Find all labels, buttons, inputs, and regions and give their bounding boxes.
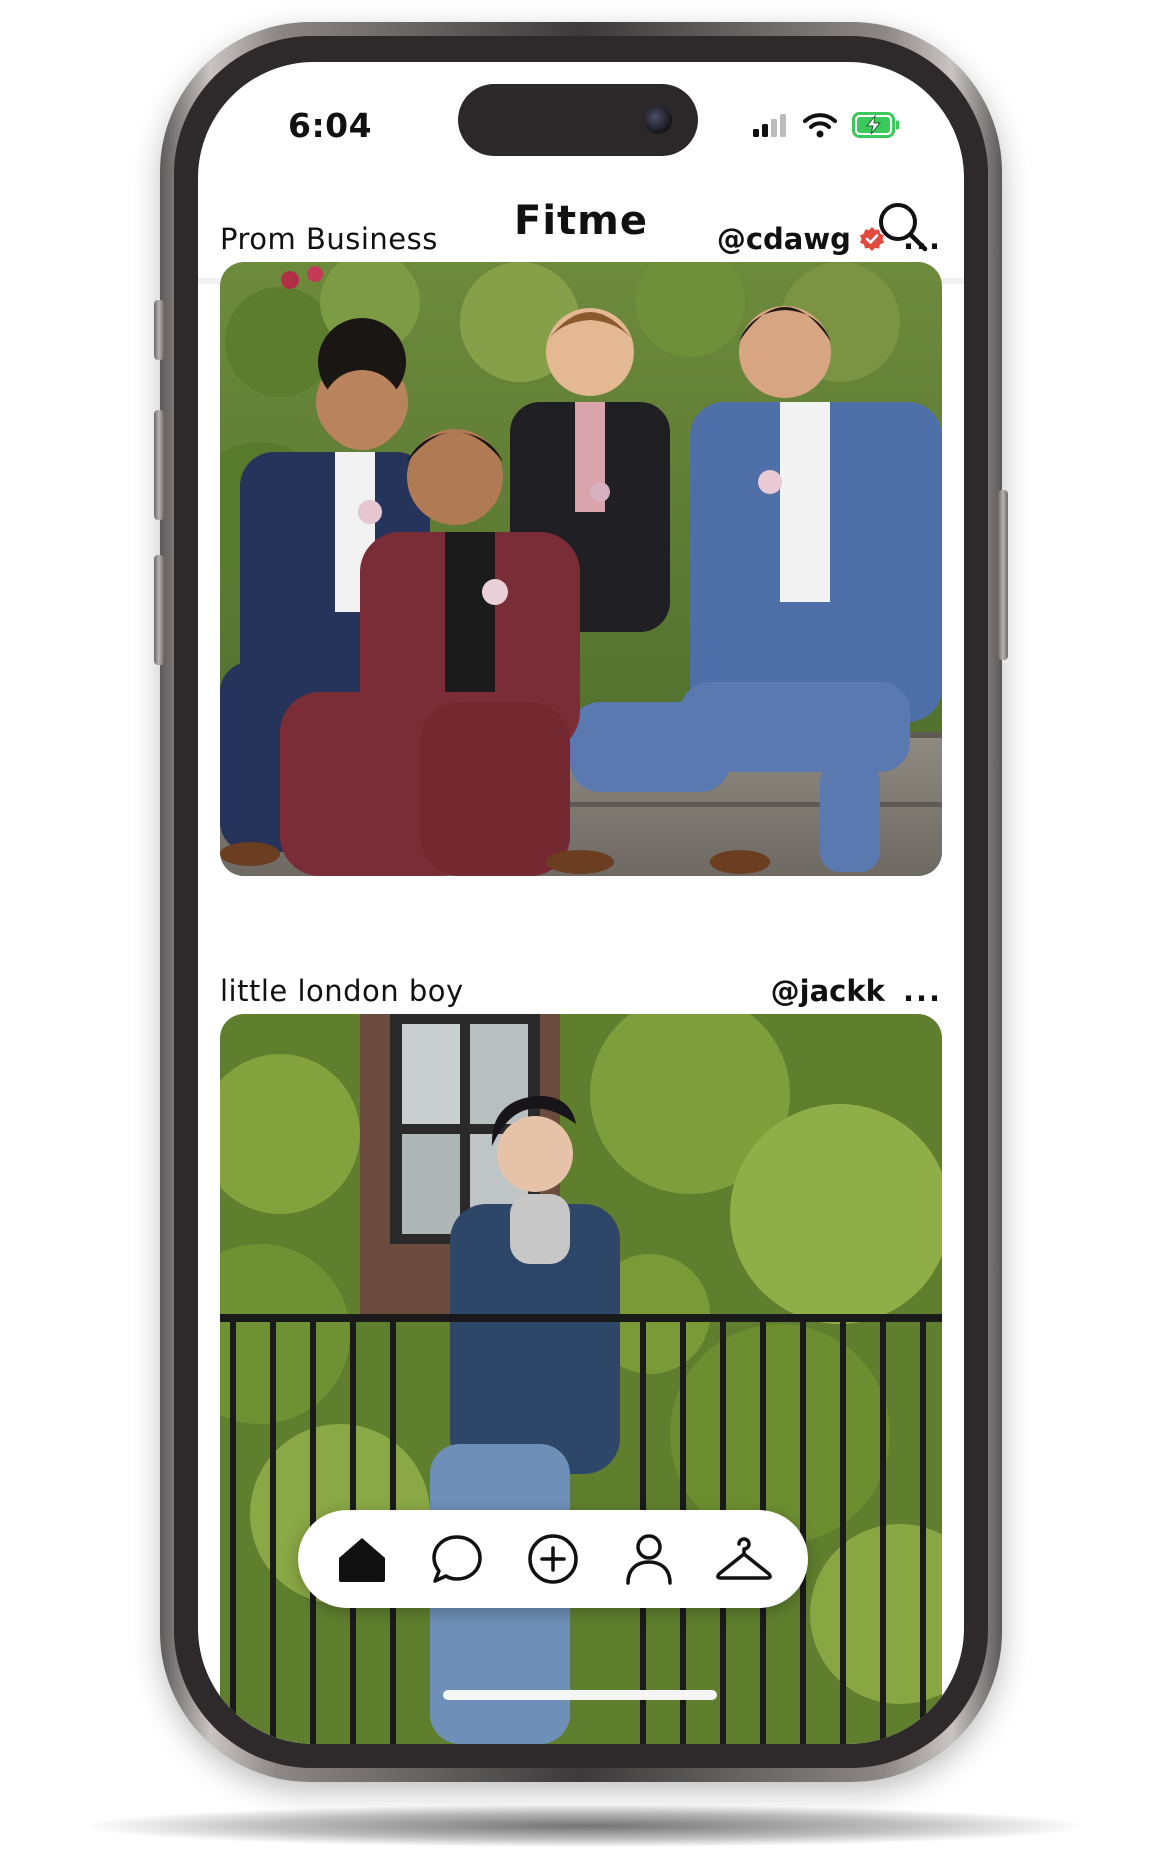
add-post-icon	[528, 1534, 578, 1584]
more-options-button[interactable]: ...	[903, 222, 942, 256]
power-button	[998, 490, 1008, 660]
username-link[interactable]: @cdawg	[717, 222, 851, 256]
prom-group-photo	[220, 262, 942, 876]
wifi-icon	[803, 113, 837, 138]
post-header: Prom Business @cdawg ...	[220, 222, 942, 256]
ivy-wall-photo	[220, 1014, 942, 1744]
status-time: 6:04	[288, 106, 373, 145]
messages-icon	[432, 1535, 483, 1583]
nav-profile[interactable]	[618, 1528, 680, 1590]
dynamic-island	[458, 84, 698, 156]
profile-icon	[625, 1534, 672, 1585]
post-photo[interactable]	[220, 262, 942, 876]
post-user: @cdawg ...	[717, 222, 942, 256]
status-icons	[752, 112, 900, 138]
post-user: @jackk ...	[771, 974, 942, 1008]
username-link[interactable]: @jackk	[771, 974, 885, 1008]
post-title: Prom Business	[220, 222, 438, 256]
nav-home[interactable]	[331, 1528, 393, 1590]
nav-closet[interactable]	[713, 1528, 775, 1590]
battery-charging-icon	[852, 112, 899, 138]
nav-messages[interactable]	[426, 1528, 488, 1590]
home-indicator[interactable]	[443, 1690, 717, 1700]
signal-icon	[753, 114, 786, 137]
closet-hanger-icon	[716, 1537, 773, 1580]
volume-down-button	[154, 555, 164, 665]
front-camera-icon	[644, 106, 672, 134]
nav-add-post[interactable]	[522, 1528, 584, 1590]
action-button	[154, 300, 164, 360]
home-icon	[338, 1538, 385, 1582]
volume-up-button	[154, 410, 164, 520]
post-title: little london boy	[220, 974, 464, 1008]
verified-badge-icon	[859, 227, 884, 251]
post-header: little london boy @jackk ...	[220, 974, 942, 1008]
post-photo[interactable]	[220, 1014, 942, 1744]
phone-shadow	[90, 1805, 1080, 1847]
bottom-nav-bar	[298, 1510, 808, 1608]
more-options-button[interactable]: ...	[903, 974, 942, 1008]
screen: 6:04 Fitme Prom Business @cdawg ... litt…	[198, 62, 964, 1744]
